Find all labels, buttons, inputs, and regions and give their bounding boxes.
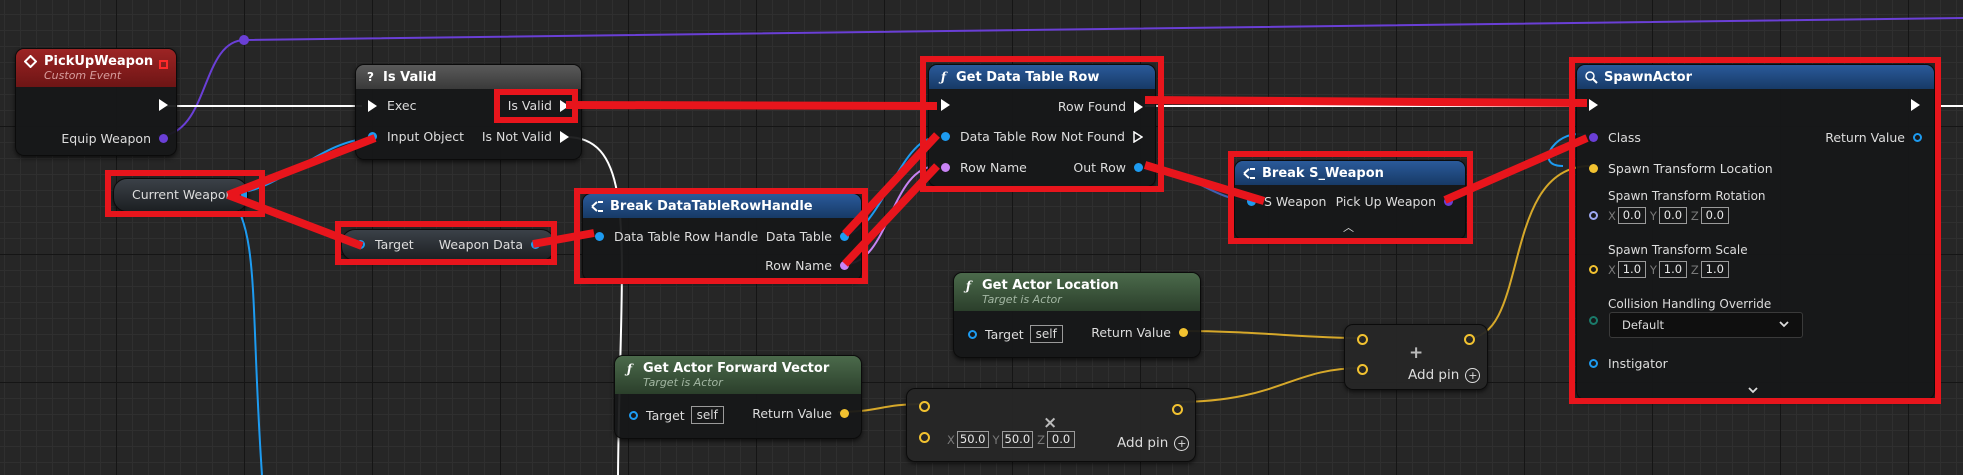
annotation-line — [1443, 134, 1589, 204]
annotation-line — [226, 134, 377, 199]
annotation-layer — [226, 96, 1589, 267]
annotation-line — [532, 229, 595, 248]
annotation-line — [565, 101, 938, 110]
annotation-line — [1143, 161, 1266, 205]
annotation-line — [1144, 96, 1588, 107]
annotation-line — [226, 191, 364, 250]
